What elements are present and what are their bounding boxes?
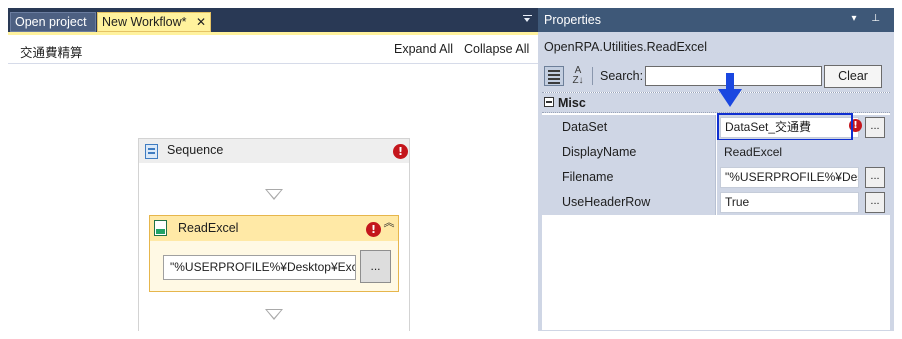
- property-name: DisplayName: [558, 140, 716, 165]
- property-row-displayname[interactable]: DisplayName ReadExcel: [542, 140, 890, 165]
- sequence-activity[interactable]: Sequence ! ReadExcel ! ︽ "%USERPROFILE%¥…: [138, 138, 410, 331]
- property-name: UseHeaderRow: [558, 190, 716, 215]
- properties-title: Properties: [544, 13, 601, 27]
- sort-alphabetical-icon[interactable]: A Z↓: [568, 66, 588, 86]
- category-row[interactable]: Misc: [542, 93, 890, 113]
- properties-toolbar: A Z↓ Search: Clear: [544, 65, 886, 89]
- row-gutter: [542, 165, 558, 190]
- tab-new-workflow-label: New Workflow*: [102, 15, 187, 29]
- property-row-dataset[interactable]: DataSet DataSet_交通費 ! ...: [542, 113, 890, 141]
- useheaderrow-value-field[interactable]: True: [720, 192, 859, 213]
- property-name: Filename: [558, 165, 716, 190]
- validation-error-icon[interactable]: !: [393, 144, 408, 159]
- property-row-filename[interactable]: Filename "%USERPROFILE%¥Desk ...: [542, 165, 890, 190]
- browse-button[interactable]: ...: [360, 250, 391, 283]
- categorized-view-icon[interactable]: [544, 66, 564, 86]
- readexcel-header[interactable]: ReadExcel ! ︽: [150, 216, 398, 241]
- search-label: Search:: [600, 69, 644, 83]
- workflow-designer-pane: Open project New Workflow* ✕ 交通費精算 Expan…: [8, 8, 538, 331]
- validation-error-icon[interactable]: !: [849, 119, 862, 132]
- property-row-useheaderrow[interactable]: UseHeaderRow True ...: [542, 190, 890, 215]
- breadcrumb-bar: 交通費精算 Expand All Collapse All: [8, 35, 538, 64]
- designer-canvas[interactable]: 交通費精算 Expand All Collapse All Sequence !…: [8, 35, 538, 331]
- collapse-chevron-icon[interactable]: ︽: [383, 218, 395, 234]
- validation-error-icon[interactable]: !: [366, 222, 381, 237]
- clear-button[interactable]: Clear: [824, 65, 882, 88]
- property-value-cell: "%USERPROFILE%¥Desk ...: [717, 165, 890, 190]
- breadcrumb[interactable]: 交通費精算: [20, 42, 83, 61]
- sequence-header[interactable]: Sequence !: [139, 139, 409, 163]
- tab-list-dropdown-icon[interactable]: [523, 13, 532, 25]
- property-value-cell: True ...: [717, 190, 890, 215]
- callout-arrow-icon: [718, 73, 742, 107]
- ellipsis-button[interactable]: ...: [865, 117, 885, 138]
- tab-new-workflow[interactable]: New Workflow* ✕: [97, 12, 211, 32]
- row-gutter: [542, 190, 558, 215]
- collapse-category-icon[interactable]: [544, 97, 554, 107]
- category-label: Misc: [558, 96, 586, 110]
- toolbar-separator: [592, 67, 593, 85]
- collapse-all-link[interactable]: Collapse All: [464, 42, 529, 56]
- tab-open-project-label: Open project: [15, 15, 87, 29]
- drop-target-arrow-icon[interactable]: [265, 309, 283, 320]
- ellipsis-button[interactable]: ...: [865, 167, 885, 188]
- property-name: DataSet: [558, 115, 716, 140]
- readexcel-activity[interactable]: ReadExcel ! ︽ "%USERPROFILE%¥Desktop¥Exc…: [149, 215, 399, 292]
- document-tabstrip: Open project New Workflow* ✕: [8, 8, 538, 32]
- excel-icon: [154, 220, 167, 236]
- sequence-title: Sequence: [167, 143, 224, 157]
- ellipsis-button[interactable]: ...: [865, 192, 885, 213]
- sequence-icon: [145, 144, 158, 159]
- property-value-cell: ReadExcel: [717, 140, 890, 165]
- row-gutter: [542, 115, 558, 140]
- properties-body: OpenRPA.Utilities.ReadExcel A Z↓ Search: …: [538, 32, 894, 331]
- properties-pane: Properties ▾ ⊥ OpenRPA.Utilities.ReadExc…: [538, 8, 894, 331]
- property-value-cell: DataSet_交通費 ! ...: [717, 115, 890, 140]
- properties-title-bar: Properties ▾ ⊥: [538, 8, 894, 32]
- selected-type-name: OpenRPA.Utilities.ReadExcel: [544, 40, 708, 54]
- dataset-value-field[interactable]: DataSet_交通費: [720, 117, 859, 138]
- readexcel-title: ReadExcel: [178, 221, 239, 235]
- displayname-value[interactable]: ReadExcel: [724, 140, 782, 165]
- drop-target-arrow-icon[interactable]: [265, 189, 283, 200]
- expand-all-link[interactable]: Expand All: [394, 42, 453, 56]
- tab-open-project[interactable]: Open project: [10, 12, 96, 32]
- pin-controls[interactable]: ▾ ⊥: [851, 13, 886, 24]
- filename-field[interactable]: "%USERPROFILE%¥Desktop¥Exc: [163, 255, 356, 280]
- property-grid: Misc DataSet DataSet_交通費 ! ... DisplayNa…: [542, 92, 890, 330]
- filename-value-field[interactable]: "%USERPROFILE%¥Desk: [720, 167, 859, 188]
- row-gutter: [542, 140, 558, 165]
- close-tab-icon[interactable]: ✕: [196, 13, 206, 31]
